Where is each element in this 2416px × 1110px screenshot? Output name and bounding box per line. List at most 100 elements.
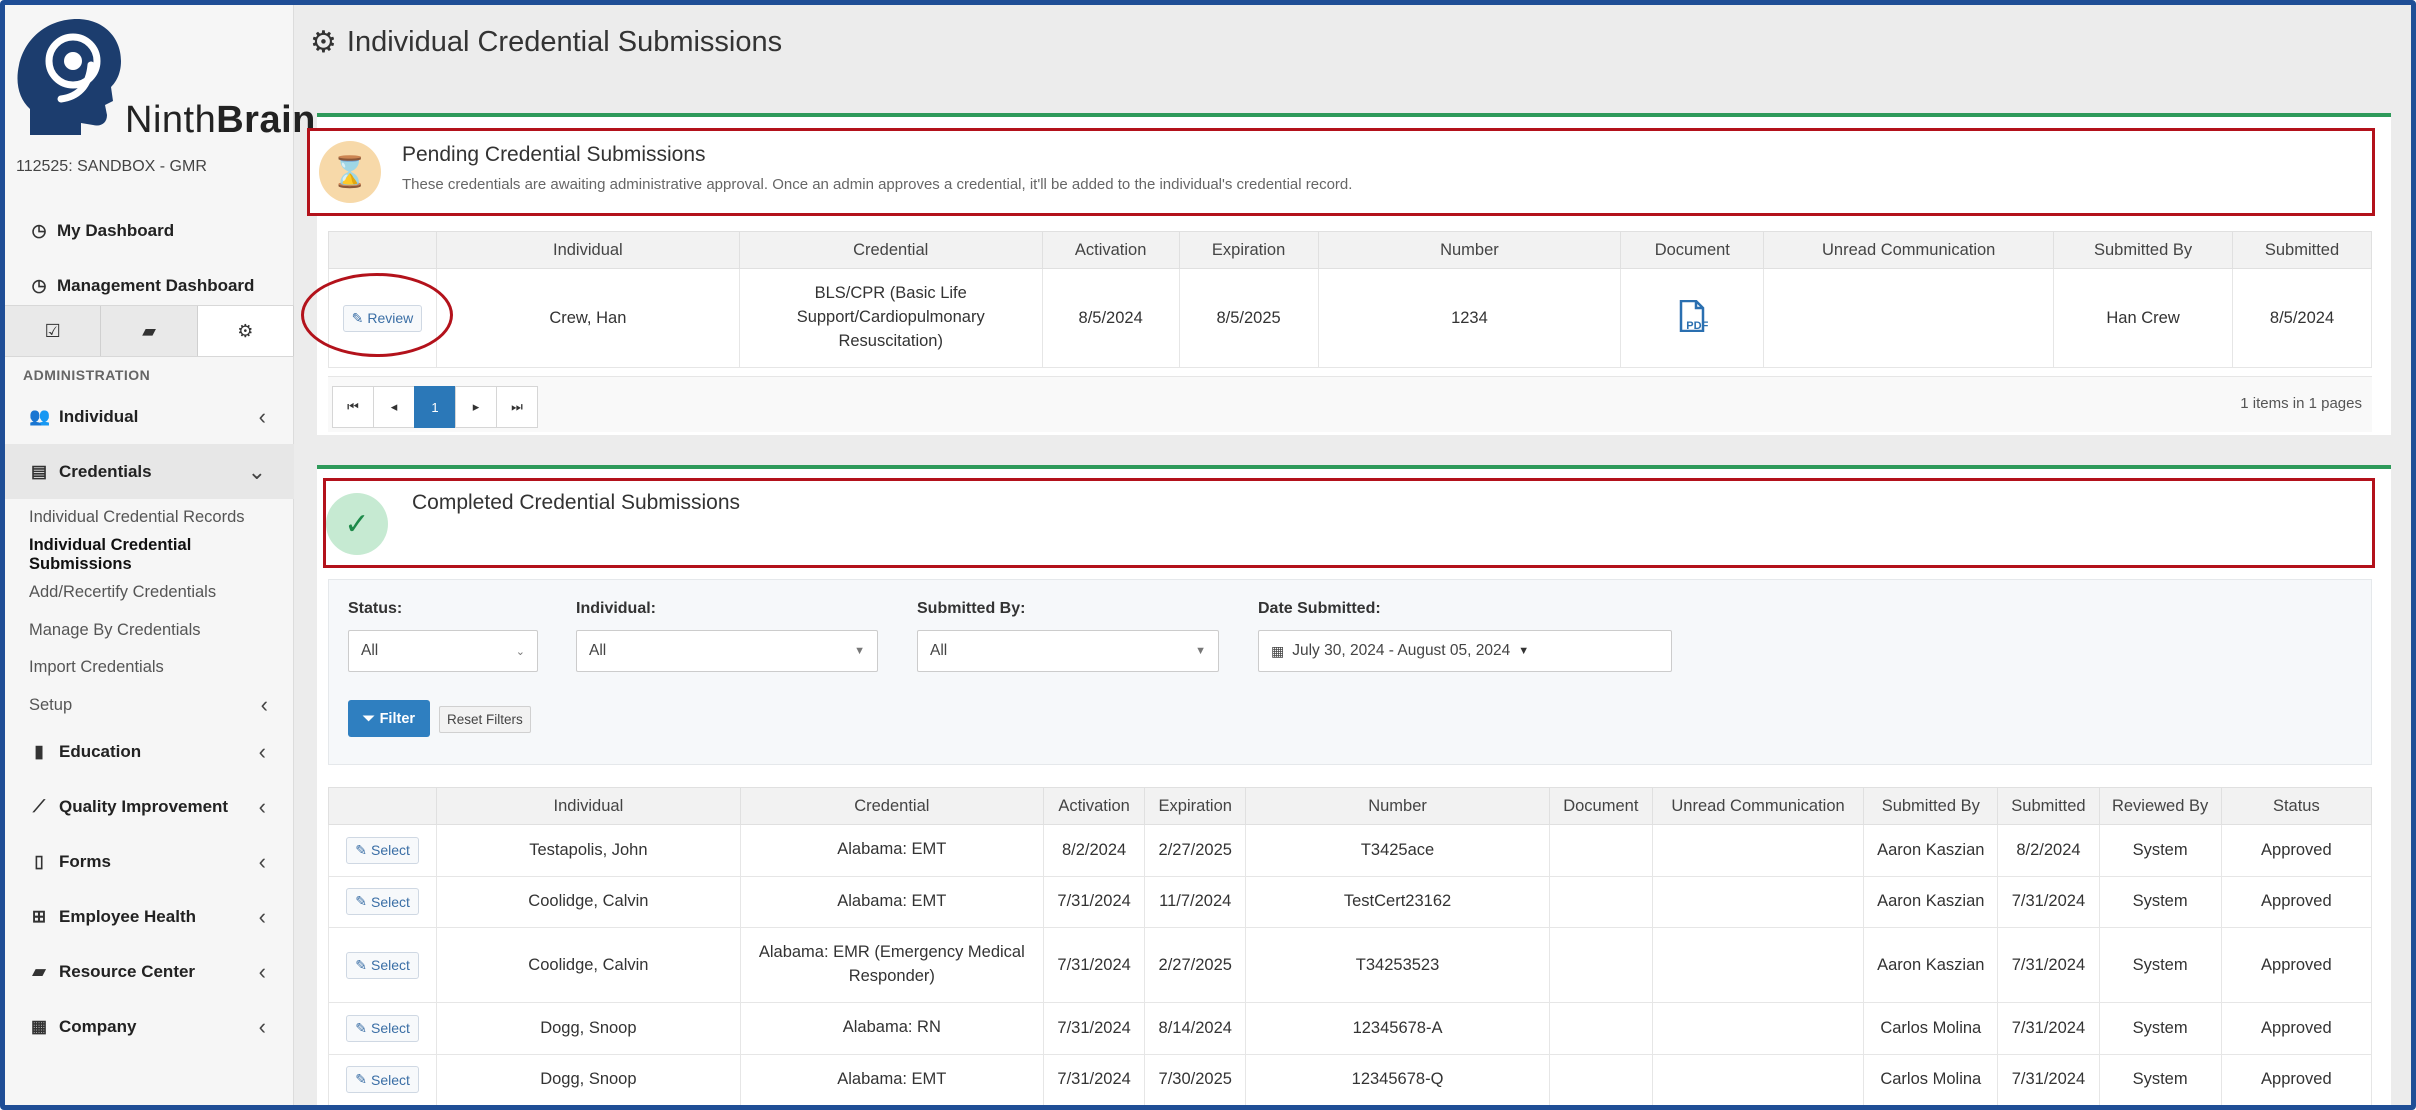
pencil-icon: ✎ [355,956,367,973]
col-submitted[interactable]: Submitted [2232,231,2372,269]
cell-unread [1651,1053,1865,1105]
col-credential[interactable]: Credential [739,787,1045,825]
sidebar-subitem-setup[interactable]: Setup ‹ [5,687,294,725]
select-button[interactable]: ✎ Select [346,1066,419,1094]
main-content: ⚙ Individual Credential Submissions ⌛ Pe… [294,5,2411,1105]
individual-select[interactable]: All ▼ [576,630,878,672]
col-document[interactable]: Document [1620,231,1765,269]
menu-label: Forms [59,851,111,871]
chevron-left-icon: ‹ [260,692,268,718]
tab-checklist[interactable]: ☑ [5,306,102,356]
status-select[interactable]: All ⌄ [348,630,538,672]
nav-my-dashboard[interactable]: ◷ My Dashboard [5,203,294,258]
col-submitted[interactable]: Submitted [1997,787,2100,825]
col-individual[interactable]: Individual [436,787,741,825]
chevron-left-icon: ‹ [258,958,266,984]
sidebar-item-employee-health[interactable]: ⊞ Employee Health ‹ [5,889,294,944]
first-page-icon[interactable]: ⏮ [332,386,374,428]
cell-submitted-by: Carlos Molina [1863,1002,1999,1055]
sidebar-subitem-manage-by-credentials[interactable]: Manage By Credentials [5,612,294,650]
tab-folders[interactable]: ▰ [101,306,198,356]
cell-submitted-by: Carlos Molina [1863,1053,1999,1105]
col-number[interactable]: Number [1245,787,1550,825]
col-unread[interactable]: Unread Communication [1651,787,1865,825]
col-expiration[interactable]: Expiration [1144,787,1247,825]
select-label: Select [370,1020,410,1037]
menu-label: Resource Center [59,961,196,981]
col-submitted-by[interactable]: Submitted By [2053,231,2234,269]
cell-unread [1651,875,1865,928]
pending-header: ⌛ Pending Credential Submissions These c… [307,128,2375,216]
cell-unread [1651,824,1865,877]
cell-number: 12345678-A [1245,1002,1550,1055]
col-document[interactable]: Document [1548,787,1653,825]
caret-down-icon: ▼ [1518,645,1530,657]
id-card-icon: ▤ [30,461,48,481]
col-reviewed-by[interactable]: Reviewed By [2098,787,2222,825]
sidebar-subitem-credential-records[interactable]: Individual Credential Records [5,499,294,537]
sidebar-item-company[interactable]: ▦ Company ‹ [5,999,294,1054]
page-number-button[interactable]: 1 [414,386,456,428]
col-submitted-by[interactable]: Submitted By [1863,787,1999,825]
select-button[interactable]: ✎ Select [346,1014,419,1042]
col-activation[interactable]: Activation [1041,231,1180,269]
date-range-picker[interactable]: ▦ July 30, 2024 - August 05, 2024 ▼ [1258,630,1672,672]
col-status[interactable]: Status [2220,787,2373,825]
cell-status: Approved [2220,927,2373,1003]
sidebar-subitem-credential-submissions[interactable]: Individual Credential Submissions [5,536,294,575]
select-button[interactable]: ✎ Select [346,951,419,979]
last-page-icon[interactable]: ⏭ [496,386,538,428]
select-button[interactable]: ✎ Select [346,888,419,916]
prev-page-icon[interactable]: ◂ [373,386,415,428]
users-icon: 👥 [29,406,51,426]
chart-line-icon: ⟋ [33,796,45,816]
sidebar-subitem-add-recertify[interactable]: Add/Recertify Credentials [5,574,294,612]
col-activation[interactable]: Activation [1043,787,1146,825]
cell-number: TestCert23162 [1245,875,1550,928]
dashboard-icon: ◷ [31,220,47,240]
pending-pager: ⏮ ◂ 1 ▸ ⏭ 1 items in 1 pages [328,376,2372,432]
cell-submitted: 8/5/2024 [2232,268,2372,368]
sidebar-item-resource-center[interactable]: ▰ Resource Center ‹ [5,944,294,999]
action-cell: ✎ Review [300,268,453,368]
table-row: ✎ Select Testapolis, John Alabama: EMT 8/2/2… [327,824,2373,877]
pdf-file-icon[interactable]: PDF [1676,299,1708,332]
ninthbrain-logo[interactable]: NinthBrain [15,17,315,142]
sidebar-subitem-import-credentials[interactable]: Import Credentials [5,649,294,687]
next-page-icon[interactable]: ▸ [455,386,497,428]
select-button[interactable]: ✎ Select [346,836,419,864]
cell-reviewed-by: System [2098,1002,2222,1055]
chevron-down-icon: ⌄ [247,458,266,484]
col-unread[interactable]: Unread Communication [1763,231,2055,269]
nav-label: Management Dashboard [57,275,255,295]
sidebar-item-individual[interactable]: 👥 Individual ‹ [5,389,294,444]
select-label: Select [370,1071,410,1088]
sidebar-item-forms[interactable]: ▯ Forms ‹ [5,834,294,889]
submitted-by-filter-label: Submitted By: [917,600,1026,617]
gears-icon: ⚙ [237,320,254,341]
sidebar-item-quality-improvement[interactable]: ⟋ Quality Improvement ‹ [5,779,294,834]
tab-administration[interactable]: ⚙ [197,306,294,356]
completed-panel: ✓ Completed Credential Submissions Statu… [317,465,2391,1105]
sidebar-item-credentials[interactable]: ▤ Credentials ⌄ [5,444,294,499]
table-row: ✎ Select Dogg, Snoop Alabama: RN 7/31/2024 8/… [327,1002,2373,1055]
col-individual[interactable]: Individual [435,231,740,269]
cell-unread [1763,268,2055,368]
submitted-by-select[interactable]: All ▼ [917,630,1219,672]
individual-filter-label: Individual: [576,600,656,617]
cell-individual: Dogg, Snoop [436,1002,741,1055]
completed-header: ✓ Completed Credential Submissions [323,478,2375,568]
cell-unread [1651,927,1865,1003]
col-expiration[interactable]: Expiration [1178,231,1319,269]
cell-activation: 8/2/2024 [1043,824,1146,877]
table-row: ✎ Select Dogg, Snoop Alabama: EMT 7/31/2024 7… [327,1053,2373,1105]
chevron-left-icon: ‹ [258,403,266,429]
col-credential[interactable]: Credential [738,231,1043,269]
cell-expiration: 8/14/2024 [1144,1002,1247,1055]
col-number[interactable]: Number [1317,231,1622,269]
dashboard-icon: ◷ [31,275,47,295]
reset-filters-button[interactable]: Reset Filters [439,706,531,733]
filter-button[interactable]: ⏷ Filter [348,700,430,737]
completed-table-body: ✎ Select Testapolis, John Alabama: EMT 8/2/2… [327,824,2373,1105]
sidebar-item-education[interactable]: ▮ Education ‹ [5,724,294,779]
